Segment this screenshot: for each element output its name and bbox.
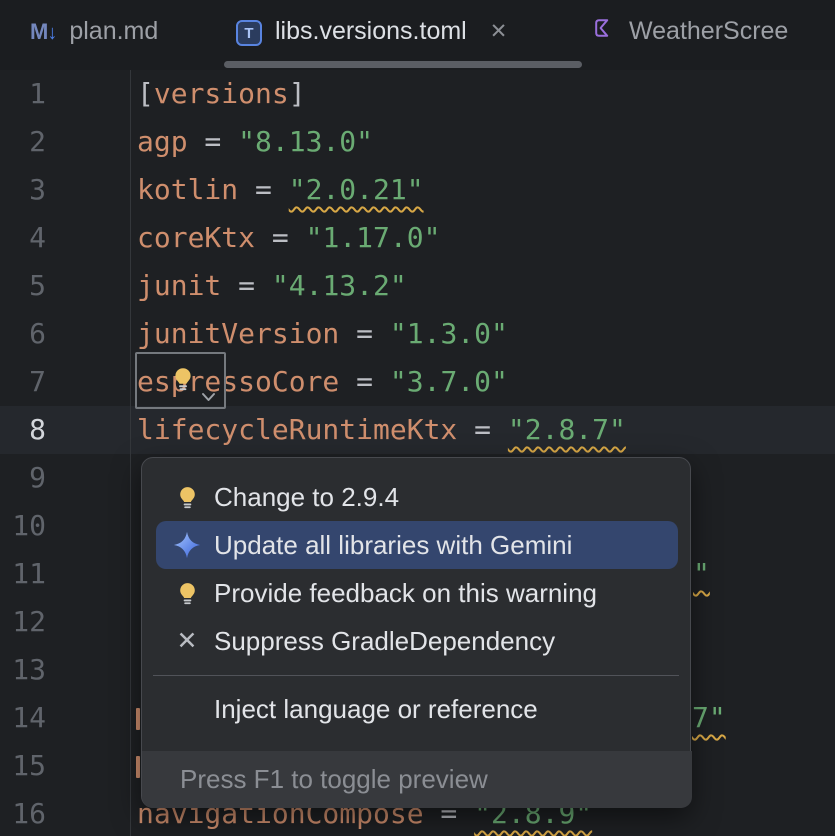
- tab-bar: M↓ plan.md Tlibs.versions.toml ✕ WeatherScre…: [0, 0, 835, 70]
- line-number: 12: [0, 598, 46, 646]
- code-token: "1.17.0": [306, 221, 441, 254]
- code-token: =: [339, 365, 390, 398]
- markdown-icon: M↓: [30, 17, 56, 46]
- tab-scrollbar-thumb[interactable]: [224, 61, 582, 68]
- code-token: versions: [154, 77, 289, 110]
- line-number: 1: [0, 70, 46, 118]
- line-number: 7: [0, 358, 46, 406]
- chevron-down-icon: [201, 376, 216, 409]
- code-token: "4.13.2": [272, 269, 407, 302]
- toml-icon: T: [236, 16, 262, 47]
- code-token: =: [221, 269, 272, 302]
- line-number: 3: [0, 166, 46, 214]
- code-token: agp: [137, 125, 188, 158]
- code-token: "8.13.0": [238, 125, 373, 158]
- close-tab-icon[interactable]: ✕: [490, 21, 508, 42]
- code-token: [: [137, 77, 154, 110]
- lightbulb-icon: [171, 366, 195, 399]
- line-number: 15: [0, 742, 46, 790]
- line-code: [versions]: [137, 70, 306, 118]
- bulb-icon: [170, 581, 204, 606]
- code-token: junitVersion: [137, 317, 339, 350]
- line-number: 2: [0, 118, 46, 166]
- intention-bulb-button[interactable]: [135, 352, 226, 409]
- code-token: =: [339, 317, 390, 350]
- menu-item-1[interactable]: Update all libraries with Gemini: [156, 521, 678, 569]
- line-number: 5: [0, 262, 46, 310]
- code-token: "2.8.7": [508, 413, 626, 446]
- menu-item-2[interactable]: Provide feedback on this warning: [142, 569, 692, 617]
- menu-item-label: Provide feedback on this warning: [214, 578, 597, 609]
- code-line-6[interactable]: 6 junitVersion = "1.3.0": [0, 310, 835, 358]
- code-token: coreKtx: [137, 221, 255, 254]
- line-number: 13: [0, 646, 46, 694]
- code-token: "3.7.0": [390, 365, 508, 398]
- clipped-code-fragment-line-11: ": [693, 550, 710, 598]
- code-token: "2.0.21": [289, 173, 424, 206]
- gutter-separator: [130, 70, 131, 836]
- menu-divider: [153, 675, 679, 676]
- line-number: 11: [0, 550, 46, 598]
- code-line-8[interactable]: 8 lifecycleRuntimeKtx = "2.8.7": [0, 406, 835, 454]
- code-line-5[interactable]: 5 junit = "4.13.2": [0, 262, 835, 310]
- clipped-code-sliver: [136, 708, 140, 730]
- popup-footer: Press F1 to toggle preview: [142, 751, 692, 808]
- code-token: =: [255, 221, 306, 254]
- popup-footer-hint: Press F1 to toggle preview: [180, 764, 488, 795]
- line-number: 8: [0, 406, 46, 454]
- line-number: 14: [0, 694, 46, 742]
- line-code: lifecycleRuntimeKtx = "2.8.7": [137, 406, 626, 454]
- line-number: 9: [0, 454, 46, 502]
- line-code: junitVersion = "1.3.0": [137, 310, 508, 358]
- line-code: agp = "8.13.0": [137, 118, 373, 166]
- code-token: =: [238, 173, 289, 206]
- line-code: kotlin = "2.0.21": [137, 166, 424, 214]
- ide-window: M↓ plan.md Tlibs.versions.toml ✕ WeatherScre…: [0, 0, 835, 836]
- code-token: kotlin: [137, 173, 238, 206]
- gemini-icon: [170, 530, 204, 560]
- tab-label: plan.md: [69, 17, 158, 46]
- clipped-code-fragment-line-14: 7": [692, 694, 726, 742]
- clipped-code-sliver: [136, 756, 140, 778]
- tab-libs.versions.toml[interactable]: Tlibs.versions.toml ✕: [236, 0, 507, 62]
- close-icon: ✕: [170, 626, 204, 656]
- line-number: 6: [0, 310, 46, 358]
- line-number: 16: [0, 790, 46, 836]
- menu-item-3[interactable]: ✕ Suppress GradleDependency: [142, 617, 692, 665]
- code-line-3[interactable]: 3 kotlin = "2.0.21": [0, 166, 835, 214]
- tab-label: libs.versions.toml: [275, 17, 467, 46]
- code-token: "1.3.0": [390, 317, 508, 350]
- menu-item-label: Update all libraries with Gemini: [214, 530, 572, 561]
- menu-item-0[interactable]: Change to 2.9.4: [142, 473, 692, 521]
- code-line-1[interactable]: 1 [versions]: [0, 70, 835, 118]
- code-token: =: [457, 413, 508, 446]
- tab-WeatherScree[interactable]: WeatherScree: [592, 0, 788, 62]
- code-token: =: [188, 125, 239, 158]
- code-line-2[interactable]: 2 agp = "8.13.0": [0, 118, 835, 166]
- tab-label: WeatherScree: [629, 17, 788, 46]
- menu-item-label: Change to 2.9.4: [214, 482, 399, 513]
- bulb-icon: [170, 485, 204, 510]
- intention-actions-popup: Change to 2.9.4 Update all libraries with…: [141, 457, 691, 808]
- menu-item-label: Inject language or reference: [214, 694, 538, 725]
- code-token: lifecycleRuntimeKtx: [137, 413, 457, 446]
- code-token: ]: [289, 77, 306, 110]
- menu-item-5[interactable]: Inject language or reference: [142, 685, 692, 733]
- line-number: 4: [0, 214, 46, 262]
- line-code: coreKtx = "1.17.0": [137, 214, 440, 262]
- line-number: 10: [0, 502, 46, 550]
- code-line-4[interactable]: 4 coreKtx = "1.17.0": [0, 214, 835, 262]
- tab-plan.md[interactable]: M↓ plan.md: [30, 0, 158, 62]
- kotlin-icon: [592, 16, 616, 47]
- code-line-7[interactable]: 7espressoCore = "3.7.0": [0, 358, 835, 406]
- code-token: junit: [137, 269, 221, 302]
- menu-item-label: Suppress GradleDependency: [214, 626, 555, 657]
- line-code: junit = "4.13.2": [137, 262, 407, 310]
